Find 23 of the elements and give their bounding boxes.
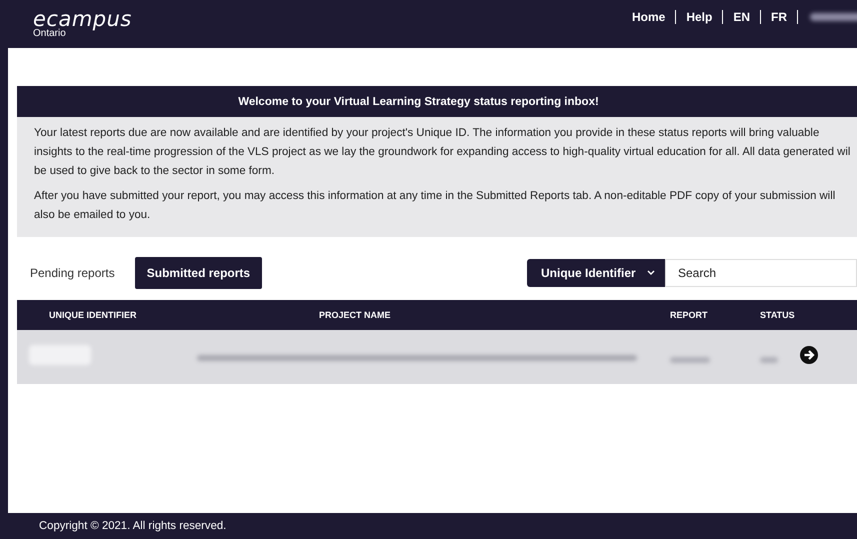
nav-link[interactable]: EN bbox=[723, 10, 760, 24]
info-paragraph: Your latest reports due are now available and are identified by your project's Unique ID. The information you provide in these status reports will bring valuable insights to the real-time progression of the VLS project as we lay the groundwork for expanding access to high-quality virtual education for all. All data generated wil be used to give back to the sector in some form. bbox=[34, 126, 852, 179]
nav-link[interactable]: Home bbox=[622, 10, 676, 24]
tab[interactable]: Pending reports bbox=[22, 257, 123, 289]
blurred-report bbox=[670, 356, 710, 362]
blurred-status bbox=[760, 356, 778, 362]
info-paragraph: After you have submitted your report, you may access this information at any time in the Submitted Reports tab. A non-editable PDF copy of your submission will also be emailed to you. bbox=[34, 189, 836, 223]
column-header: REPORT bbox=[669, 310, 709, 320]
column-header: STATUS bbox=[759, 310, 796, 320]
logo-wordmark[interactable]: ecampus bbox=[33, 9, 132, 30]
column-header: UNIQUE IDENTIFIER bbox=[48, 310, 138, 320]
filter-dropdown[interactable]: Unique Identifier bbox=[527, 259, 665, 287]
banner-title: Welcome to your Virtual Learning Strategy status reporting inbox! bbox=[238, 96, 599, 108]
chevron-icon bbox=[647, 270, 655, 276]
tab[interactable]: Submitted reports bbox=[134, 257, 262, 289]
arrow-circle-icon[interactable] bbox=[800, 346, 818, 364]
column-header: PROJECT NAME bbox=[318, 310, 392, 320]
logo-subtitle: Ontario bbox=[33, 29, 66, 39]
search-field[interactable]: Search bbox=[665, 259, 857, 287]
copyright-text: Copyright © 2021. All rights reserved. bbox=[39, 520, 226, 532]
nav-link[interactable]: FR bbox=[761, 10, 797, 24]
blurred-id bbox=[29, 344, 91, 364]
nav-link[interactable]: Help bbox=[676, 10, 722, 24]
